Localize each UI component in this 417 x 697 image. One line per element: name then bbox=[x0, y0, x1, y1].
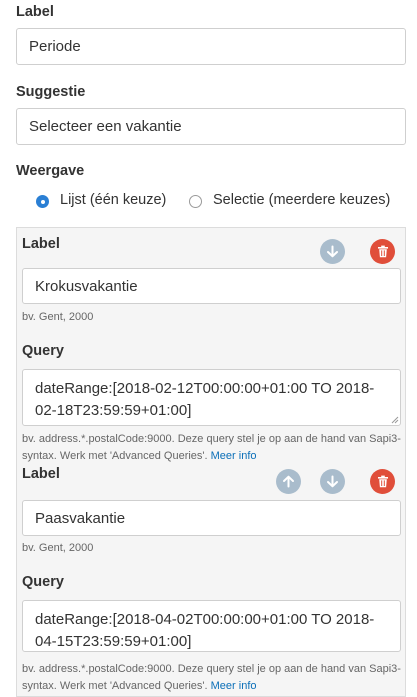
item2-query-help: bv. address.*.postalCode:9000. Deze quer… bbox=[22, 661, 402, 695]
item2-label-heading: Label bbox=[22, 466, 60, 482]
item2-query-heading: Query bbox=[22, 574, 64, 590]
item1-more-info-link[interactable]: Meer info bbox=[211, 450, 257, 462]
move-up-button[interactable] bbox=[276, 469, 301, 494]
item2-label-input[interactable]: Paasvakantie bbox=[22, 500, 401, 536]
radio-list[interactable] bbox=[36, 195, 49, 208]
label-input[interactable]: Periode bbox=[16, 28, 406, 65]
suggestion-input[interactable]: Selecteer een vakantie bbox=[16, 108, 406, 145]
delete-button[interactable] bbox=[370, 239, 395, 264]
suggestion-heading: Suggestie bbox=[16, 84, 86, 100]
label-heading: Label bbox=[16, 4, 54, 20]
arrow-down-icon bbox=[327, 245, 338, 258]
item1-label-help: bv. Gent, 2000 bbox=[22, 311, 94, 323]
trash-icon bbox=[377, 475, 388, 488]
item1-query-help: bv. address.*.postalCode:9000. Deze quer… bbox=[22, 431, 402, 465]
item2-query-textarea[interactable]: dateRange:[2018-04-02T00:00:00+01:00 TO … bbox=[22, 600, 401, 652]
item2-more-info-link[interactable]: Meer info bbox=[211, 680, 257, 692]
arrow-down-icon bbox=[327, 475, 338, 488]
radio-list-label[interactable]: Lijst (één keuze) bbox=[60, 192, 166, 208]
resize-handle-icon[interactable] bbox=[391, 416, 399, 424]
move-down-button-2[interactable] bbox=[320, 469, 345, 494]
item1-label-input[interactable]: Krokusvakantie bbox=[22, 268, 401, 304]
move-down-button[interactable] bbox=[320, 239, 345, 264]
radio-selection-label[interactable]: Selectie (meerdere keuzes) bbox=[213, 192, 390, 208]
item1-query-heading: Query bbox=[22, 343, 64, 359]
trash-icon bbox=[377, 245, 388, 258]
delete-button-2[interactable] bbox=[370, 469, 395, 494]
arrow-up-icon bbox=[283, 475, 294, 488]
item1-label-heading: Label bbox=[22, 236, 60, 252]
item1-query-textarea[interactable]: dateRange:[2018-02-12T00:00:00+01:00 TO … bbox=[22, 369, 401, 426]
display-heading: Weergave bbox=[16, 163, 85, 179]
item2-label-help: bv. Gent, 2000 bbox=[22, 542, 94, 554]
radio-selection[interactable] bbox=[189, 195, 202, 208]
